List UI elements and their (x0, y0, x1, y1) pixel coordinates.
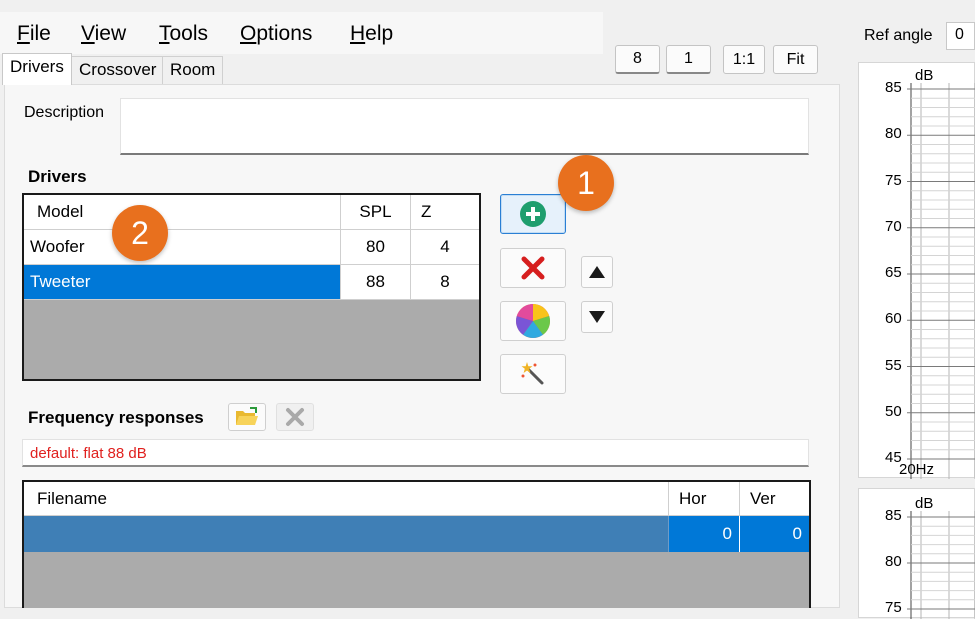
cell-spl[interactable]: 80 (341, 230, 411, 264)
cell-model[interactable]: Tweeter (24, 265, 341, 299)
toolbar-1-button[interactable]: 1 (666, 45, 711, 74)
cell-model[interactable]: Woofer (24, 230, 341, 264)
wizard-button[interactable] (500, 354, 566, 394)
drivers-grid: Model SPL Z Woofer 80 4 Tweeter 88 8 (22, 193, 481, 381)
menu-options[interactable]: Options (240, 22, 312, 46)
cell-z[interactable]: 8 (411, 265, 479, 299)
table-row[interactable]: 0 0 (24, 516, 809, 552)
cell-filename[interactable] (24, 516, 669, 552)
chart-tick-label: 75 (885, 171, 902, 189)
cell-spl[interactable]: 88 (341, 265, 411, 299)
menu-file[interactable]: File (17, 22, 51, 46)
triangle-up-icon (589, 266, 605, 278)
frequency-responses-grid: Filename Hor Ver 0 0 (22, 480, 811, 608)
column-header-hor[interactable]: Hor (669, 482, 740, 515)
default-response-field[interactable]: default: flat 88 dB (22, 439, 809, 467)
frequency-responses-title: Frequency responses (28, 408, 204, 427)
add-driver-button[interactable] (500, 194, 566, 234)
column-header-model[interactable]: Model (24, 195, 341, 229)
column-header-z[interactable]: Z (411, 195, 479, 229)
chart-tick-label: 85 (885, 507, 902, 524)
menu-bar: File View Tools Options Help (0, 12, 603, 54)
description-field[interactable] (120, 98, 809, 155)
chart-tick-label: 70 (885, 217, 902, 235)
column-header-spl[interactable]: SPL (341, 195, 411, 229)
cell-ver[interactable]: 0 (740, 516, 809, 552)
drivers-title: Drivers (28, 167, 87, 186)
response-chart-2: dB 85 80 75 (858, 488, 975, 619)
column-header-filename[interactable]: Filename (24, 482, 669, 515)
color-driver-button[interactable] (500, 301, 566, 341)
color-wheel-icon (516, 304, 550, 339)
tab-room[interactable]: Room (162, 56, 224, 84)
chart-x-label: 20Hz (899, 461, 935, 478)
delete-driver-button[interactable] (500, 248, 566, 288)
description-label: Description (24, 104, 105, 121)
chart-tick-label: 65 (885, 264, 902, 281)
cell-z[interactable]: 4 (411, 230, 479, 264)
chart-grid (907, 511, 975, 619)
chart-tick-label: 50 (885, 402, 902, 420)
add-icon (520, 201, 546, 227)
callout-badge-2: 2 (112, 205, 168, 261)
response-chart: dB 85 80 75 70 65 60 55 50 45 20Hz (858, 62, 975, 479)
triangle-down-icon (589, 311, 605, 323)
menu-tools[interactable]: Tools (159, 22, 208, 46)
chart-tick-label: 85 (885, 79, 902, 96)
ref-angle-label: Ref angle (864, 27, 933, 44)
chart-tick-label: 80 (885, 125, 902, 143)
table-row[interactable]: Woofer 80 4 (24, 230, 479, 265)
chart-tick-label: 80 (885, 553, 902, 570)
chart-grid (907, 83, 975, 479)
move-down-button[interactable] (581, 301, 613, 333)
table-row[interactable]: Tweeter 88 8 (24, 265, 479, 300)
tab-drivers[interactable]: Drivers (2, 53, 72, 85)
move-up-button[interactable] (581, 256, 613, 288)
toolbar-fit-button[interactable]: Fit (773, 45, 818, 74)
ref-angle-input[interactable]: 0 (946, 22, 975, 50)
column-header-ver[interactable]: Ver (740, 482, 809, 515)
tab-crossover[interactable]: Crossover (71, 56, 165, 84)
chart-tick-label: 60 (885, 310, 902, 328)
remove-file-button[interactable] (276, 403, 314, 431)
magic-wand-icon (521, 362, 544, 385)
menu-view[interactable]: View (81, 22, 126, 46)
cell-hor[interactable]: 0 (669, 516, 740, 552)
freq-header-row: Filename Hor Ver (24, 482, 809, 516)
callout-badge-1: 1 (558, 155, 614, 211)
chart-tick-label: 55 (885, 356, 902, 374)
menu-help[interactable]: Help (350, 22, 393, 46)
toolbar-8-button[interactable]: 8 (615, 45, 660, 74)
folder-open-icon (236, 407, 258, 425)
drivers-header-row: Model SPL Z (24, 195, 479, 230)
open-file-button[interactable] (228, 403, 266, 431)
close-icon (286, 408, 304, 426)
delete-icon (521, 256, 545, 280)
toolbar-1to1-button[interactable]: 1:1 (723, 45, 765, 74)
